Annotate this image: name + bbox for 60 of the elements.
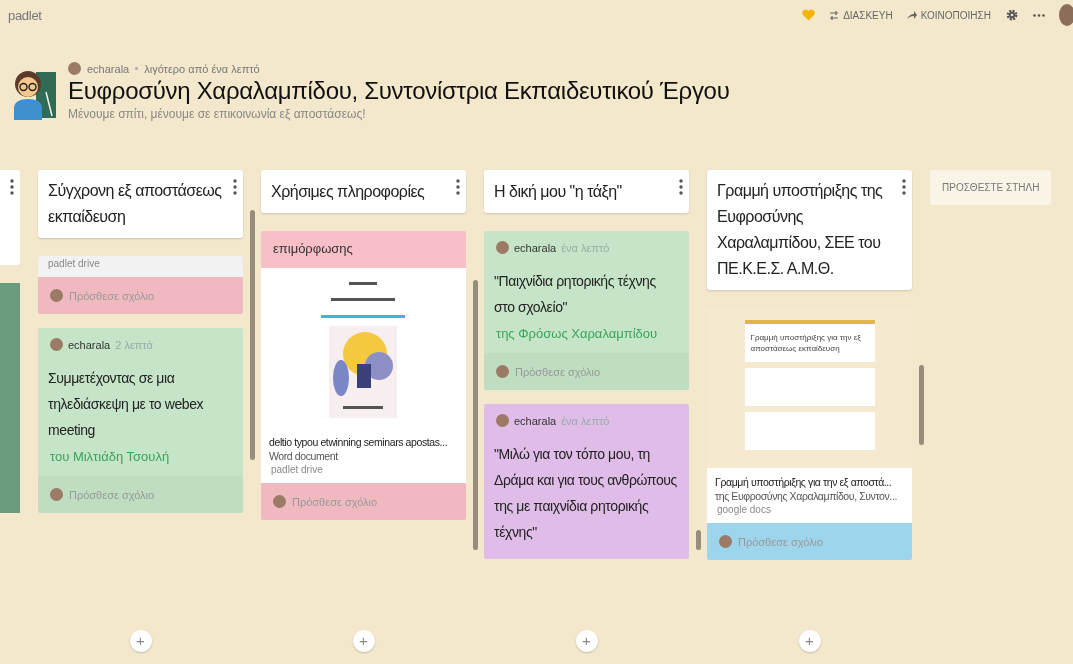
post-card[interactable]: επιμόρφωσης deltio typou etwinning seminars apostas... Word document padlet drive Πρόσθεσε σχόλιο [261,231,466,520]
column-title[interactable]: Γραμμή υποστήριξης της Ευφροσύνης Χαραλαμπίδου, ΣΕΕ του ΠΕ.Κ.Ε.Σ. Α.Μ.Θ. [707,170,912,290]
user-avatar[interactable] [1059,4,1073,26]
column-title[interactable]: Η δική μου "η τάξη" [484,170,689,213]
settings-icon[interactable] [1005,8,1019,22]
menu-icon[interactable] [679,179,683,195]
post-card[interactable]: padlet drive Πρόσθεσε σχόλιο [38,256,243,314]
post-author: echarala [514,241,557,254]
post-text: "Μιλώ για τον τόπο μου, τη Δράμα και για τους ανθρώπους της με παιχνίδια ρητορικής τέχνης" [493,445,678,542]
avatar [496,414,509,427]
attachment-subtitle: Word document [268,449,339,462]
post-attribution: της Φρόσως Χαραλαμπίδου [495,325,659,343]
attachment-title[interactable]: deltio typou etwinning seminars apostas... [261,428,466,448]
post-card[interactable]: echarala 2 λεπτά Συμμετέχοντας σε μια τηλεδιάσκεψη με το webex meeting του Μιλτιάδη Τσουλή Πρόσθεσε σχόλιο [38,328,243,513]
post-time: 2 λεπτά [115,338,153,351]
toolbar-button[interactable]: ΚΟΙΝΟΠΟΙΗΣΗ [906,9,991,21]
post-author: echarala [68,338,111,351]
menu-icon[interactable] [456,179,460,195]
share-arrow-icon [906,11,917,19]
attachment-source: padlet drive [47,257,101,271]
scrollbar[interactable] [250,210,255,460]
post-card[interactable]: echarala ένα λεπτό "Μιλώ για τον τόπο μου, τη Δράμα και για τους ανθρώπους της με παιχνίδια ρητορικής τέχνης" [484,404,689,559]
add-post-button[interactable]: + [129,630,152,652]
board-title: Ευφροσύνη Χαραλαμπίδου, Συντονίστρια Εκπαιδευτικού Έργου [68,77,730,105]
board-description: Μένουμε σπίτι, μένουμε σε επικοινωνία εξ αποστάσεως! [68,107,367,121]
attachment-title[interactable]: Γραμμή υποστήριξης για την εξ αποστά... [707,468,912,488]
avatar [50,338,63,351]
add-column-button[interactable]: ΠΡΟΣΘΕΣΤΕ ΣΤΗΛΗ [930,170,1052,205]
add-post-button[interactable]: + [798,630,821,652]
menu-icon[interactable] [10,179,14,195]
menu-icon[interactable] [902,179,906,195]
post-text: Συμμετέχοντας σε μια τηλεδιάσκεψη με το webex meeting [47,369,205,440]
column-title[interactable]: Χρήσιμες πληροφορίες [261,170,466,213]
avatar [496,241,509,254]
scrollbar[interactable] [919,365,924,445]
post-time: ένα λεπτό [561,241,610,254]
more-icon[interactable] [1033,13,1045,17]
post-time: λιγότερο από ένα λεπτό [144,62,260,75]
swap-arrows-icon [829,10,840,20]
form-preview-title: Γραμμή υποστήριξης για την εξ αποστάσεως εκπαίδευση [744,320,875,362]
column-title[interactable]: Σύγχρονη εξ αποστάσεως εκπαίδευση [38,170,243,238]
post-time: ένα λεπτό [561,414,610,427]
post-attribution: του Μιλτιάδη Τσουλή [49,448,171,466]
add-post-button[interactable]: + [575,630,598,652]
padlet-logo[interactable]: padlet [8,7,42,23]
post-text: επιμόρφωσης [272,240,354,258]
post-card[interactable]: Γραμμή υποστήριξης για την εξ αποστάσεως εκπαίδευση Γραμμή υποστήριξης για την εξ αποστά... της Ευφροσύνης Χαραλαμπίδου, Συντον... google docs Πρόσθεσε σχόλιο [707,308,912,560]
avatar [68,62,81,75]
post-text: "Παιχνίδια ρητορικής τέχνης στο σχολείο" [493,272,657,317]
post-author: echarala [514,414,557,427]
attachment-source: google docs [716,503,772,517]
scrollbar[interactable] [696,530,701,550]
toolbar-button[interactable]: ΔΙΑΣΚΕΥΗ [829,9,893,21]
attachment-subtitle: της Ευφροσύνης Χαραλαμπίδου, Συντον... [714,489,898,502]
author-name: echarala [87,62,130,75]
scrollbar[interactable] [473,280,478,550]
add-post-button[interactable]: + [352,630,375,652]
menu-icon[interactable] [233,179,237,195]
attachment-source: padlet drive [270,463,324,477]
post-card[interactable]: echarala ένα λεπτό "Παιχνίδια ρητορικής τέχνης στο σχολείο" της Φρόσως Χαραλαμπίδου Πρόσθεσε σχόλιο [484,231,689,390]
